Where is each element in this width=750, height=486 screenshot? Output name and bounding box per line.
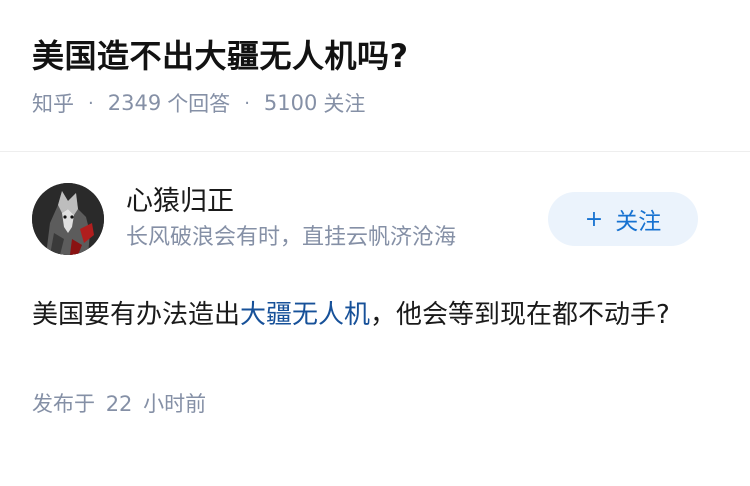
time-value: 22 (105, 392, 133, 416)
plus-icon: + (584, 206, 604, 232)
follow-button[interactable]: + 关注 (548, 192, 698, 246)
answer-content: 美国要有办法造出大疆无人机，他会等到现在都不动手? (32, 292, 718, 338)
content-text: ，他会等到现在都不动手? (370, 300, 670, 330)
follow-label: 关注 (615, 209, 662, 235)
source-link[interactable]: 知乎 (32, 88, 74, 118)
author-name[interactable]: 心猿归正 (126, 184, 456, 220)
meta-separator: · (244, 92, 250, 114)
wolf-warrior-icon (32, 183, 104, 255)
content-link[interactable]: 大疆无人机 (240, 300, 370, 330)
answer-count-label: 个回答 (167, 92, 231, 116)
answer-count: 2349 (107, 91, 162, 115)
follower-count-label: 关注 (323, 92, 366, 116)
author-row: 心猿归正 长风破浪会有时，直挂云帆济沧海 + 关注 (32, 152, 718, 286)
author-info: 心猿归正 长风破浪会有时，直挂云帆济沧海 (126, 184, 456, 254)
answer-card: 心猿归正 长风破浪会有时，直挂云帆济沧海 + 关注 美国要有办法造出大疆无人机，… (0, 152, 750, 418)
time-suffix: 小时前 (143, 392, 207, 416)
question-header: 美国造不出大疆无人机吗? 知乎 · 2349 个回答 · 5100 关注 (0, 0, 750, 117)
question-title[interactable]: 美国造不出大疆无人机吗? (32, 34, 718, 78)
content-text: 美国要有办法造出 (32, 300, 241, 330)
meta-separator: · (88, 92, 94, 114)
publish-time: 发布于 22 小时前 (32, 388, 718, 418)
question-meta: 知乎 · 2349 个回答 · 5100 关注 (32, 88, 718, 118)
avatar[interactable] (32, 183, 104, 255)
time-prefix: 发布于 (32, 392, 95, 416)
follower-count: 5100 (263, 91, 318, 115)
author-bio: 长风破浪会有时，直挂云帆济沧海 (126, 225, 457, 250)
